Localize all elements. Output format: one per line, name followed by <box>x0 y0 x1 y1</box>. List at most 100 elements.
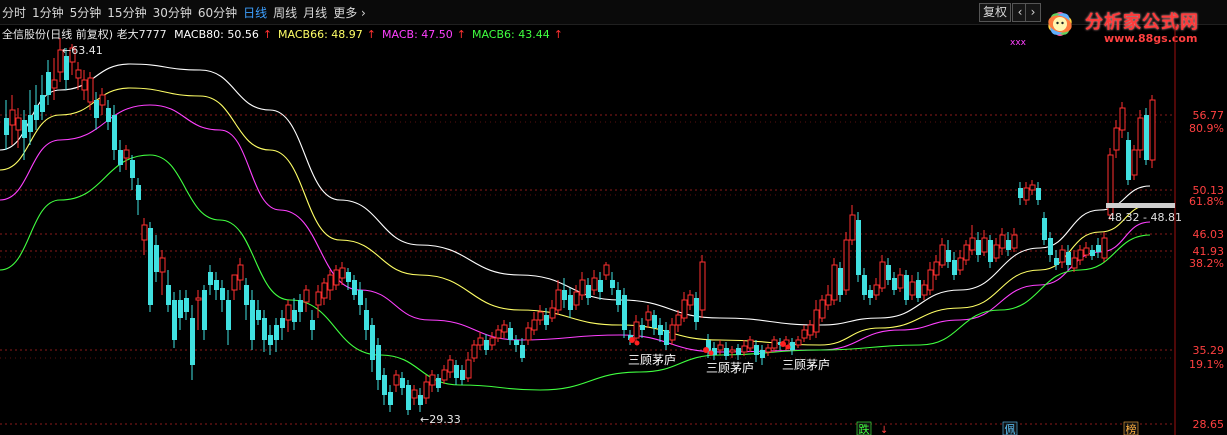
candle-body <box>921 284 928 296</box>
candle-body <box>220 288 225 300</box>
candle-body <box>40 95 45 112</box>
candle-body <box>376 345 381 380</box>
range-bar <box>1106 203 1175 208</box>
candle-body <box>406 385 411 410</box>
candle-body <box>988 240 993 262</box>
pattern-marker <box>780 341 786 347</box>
candle-body <box>184 298 189 312</box>
candle-body <box>603 264 610 276</box>
candle-body <box>495 329 502 339</box>
candle-body <box>1131 149 1138 176</box>
candle-body <box>130 160 135 178</box>
candle-body <box>717 344 724 351</box>
candle-body <box>327 274 334 291</box>
candle-body <box>729 349 736 353</box>
candle-body <box>892 278 897 290</box>
candle-body <box>1096 245 1101 252</box>
candle-body <box>195 297 202 301</box>
pattern-marker <box>629 337 635 343</box>
candle-body <box>447 359 454 373</box>
candle-body <box>441 369 448 381</box>
candle-body <box>976 240 981 255</box>
candle-body <box>568 295 573 310</box>
candle-body <box>843 239 850 291</box>
pattern-label: 三顾茅庐 <box>782 357 830 372</box>
candle-body <box>159 257 166 273</box>
candle-body <box>549 307 556 319</box>
candle-body <box>1071 257 1078 269</box>
signal-label: 榜 <box>1126 422 1137 435</box>
candle-body <box>904 275 909 300</box>
candle-body <box>315 291 322 306</box>
candle-body <box>675 314 682 326</box>
candle-body <box>1144 115 1149 160</box>
candle-body <box>562 290 567 300</box>
range-label: 48.32 - 48.81 <box>1108 211 1182 224</box>
candle-body <box>645 311 652 321</box>
candle-body <box>1119 107 1126 131</box>
candle-body <box>436 378 441 388</box>
candle-body <box>202 290 207 330</box>
candle-body <box>64 56 69 80</box>
candle-body <box>268 335 273 345</box>
candle-body <box>886 265 891 280</box>
candle-body <box>993 244 1000 259</box>
percent-label: 80.9% <box>1189 122 1224 135</box>
candle-body <box>873 284 880 296</box>
candle-body <box>454 365 459 378</box>
candle-body <box>87 77 94 103</box>
candle-body <box>537 311 544 321</box>
candle-body <box>370 325 375 360</box>
candle-body <box>939 244 946 266</box>
candle-body <box>981 237 988 253</box>
candle-body <box>106 108 111 122</box>
candle-body <box>256 310 261 320</box>
candle-body <box>51 79 58 89</box>
candle-body <box>382 375 387 395</box>
candle-body <box>339 267 346 279</box>
candle-body <box>1059 249 1066 263</box>
candle-body <box>94 100 99 118</box>
candle-body <box>957 257 964 271</box>
candle-body <box>154 245 159 272</box>
percent-label: 61.8% <box>1189 195 1224 208</box>
candle-body <box>573 291 580 306</box>
candle-body <box>226 300 231 330</box>
candle-body <box>75 69 82 79</box>
candle-body <box>819 299 826 319</box>
candle-body <box>99 94 106 106</box>
candle-body <box>1090 250 1095 256</box>
candle-body <box>658 325 663 335</box>
candle-body <box>1036 188 1041 200</box>
candle-body <box>963 244 970 261</box>
candle-body <box>9 109 16 126</box>
signal-arrow-icon: ↓ <box>880 425 888 435</box>
candle-body <box>208 272 213 285</box>
candle-body <box>1137 117 1144 151</box>
candle-body <box>1113 127 1120 151</box>
candle-body <box>927 269 934 291</box>
candle-body <box>298 300 303 312</box>
candle-body <box>489 337 496 346</box>
candlestick-chart[interactable]: 56.7750.1346.0341.9335.2928.6580.9%61.8%… <box>0 0 1227 435</box>
candle-body <box>952 260 957 275</box>
candle-body <box>262 318 267 340</box>
candle-body <box>465 359 472 379</box>
candle-body <box>1083 247 1090 256</box>
candle-body <box>303 289 310 303</box>
candle-body <box>28 115 33 132</box>
candle-body <box>586 285 591 298</box>
candle-body <box>946 250 951 262</box>
candle-body <box>724 348 729 356</box>
pattern-label: 三顾茅庐 <box>628 352 676 367</box>
candle-body <box>640 325 645 330</box>
candle-body <box>879 261 886 289</box>
candle-body <box>525 327 532 341</box>
candle-body <box>310 320 315 330</box>
candle-body <box>333 269 340 286</box>
candle-body <box>664 330 669 345</box>
candle-body <box>813 309 820 333</box>
price-label: 28.65 <box>1193 418 1225 431</box>
low-annotation: ←29.33 <box>420 413 461 426</box>
percent-label: 19.1% <box>1189 358 1224 371</box>
